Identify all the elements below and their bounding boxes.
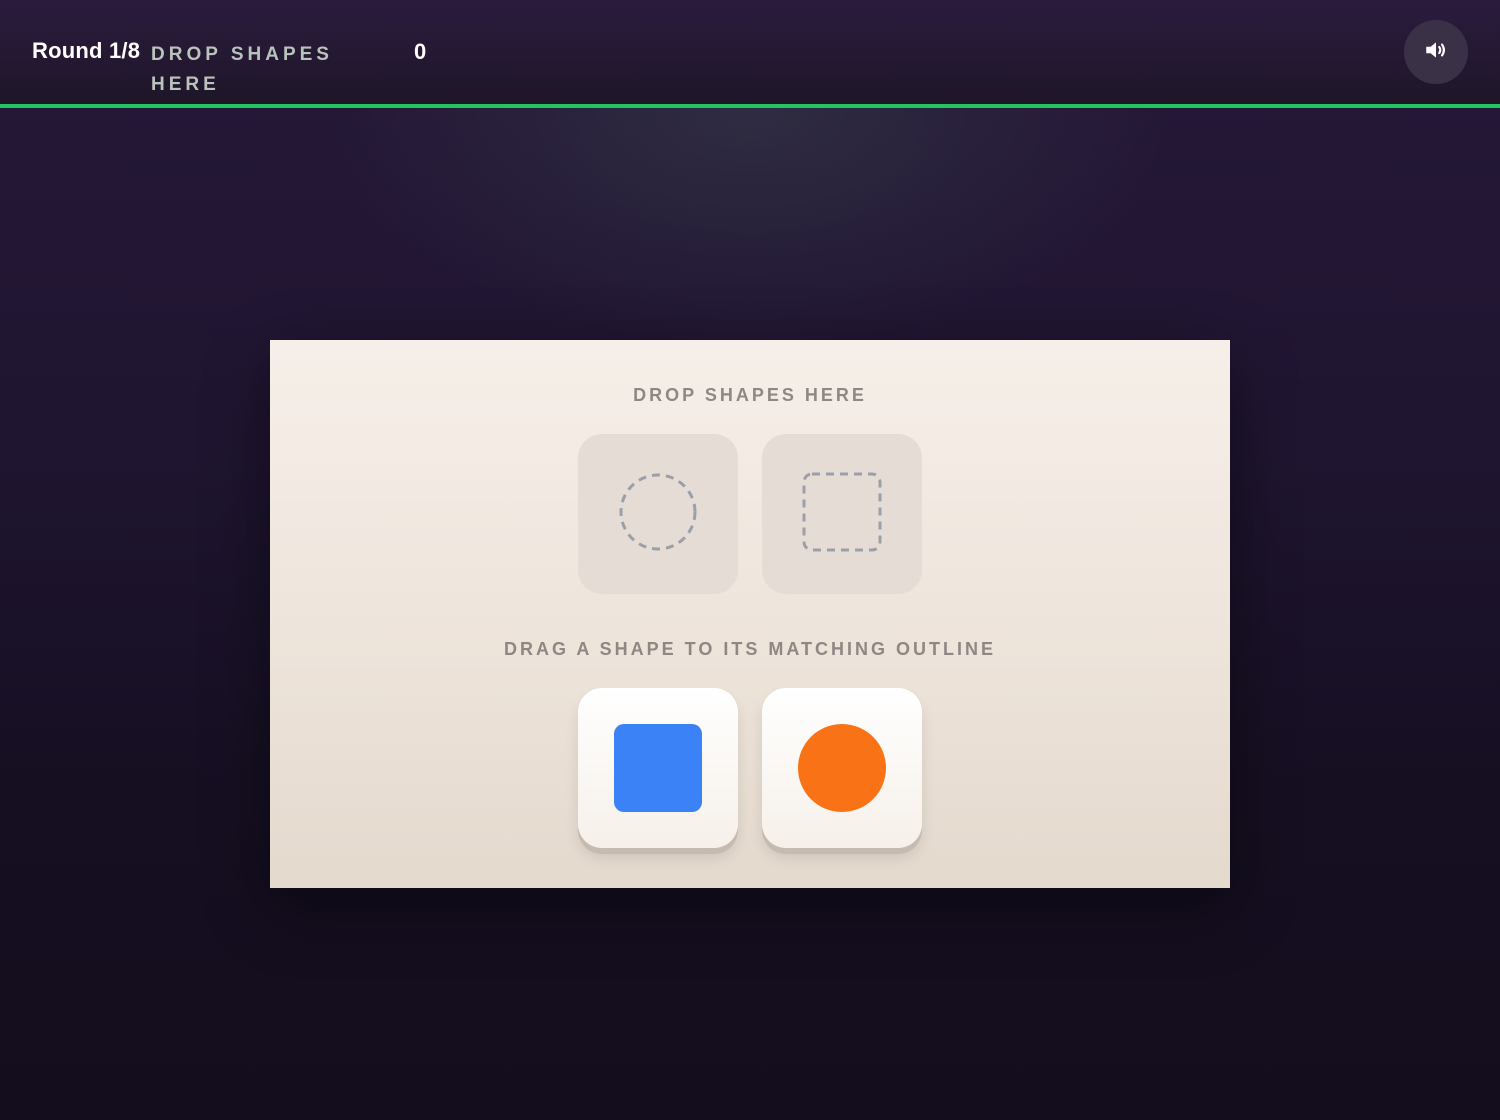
round-progress-bar bbox=[0, 104, 1500, 108]
sound-toggle-button[interactable] bbox=[1404, 20, 1468, 84]
dashed-circle-outline-icon bbox=[618, 472, 698, 557]
game-board: DROP SHAPES HERE DRAG A SHAPE TO ITS MAT… bbox=[270, 340, 1230, 888]
orange-circle-shape bbox=[798, 724, 886, 812]
top-bar: Round 1/8 DROP SHAPES HERE 0 bbox=[0, 0, 1500, 104]
dashed-square-outline-icon bbox=[802, 472, 882, 557]
instruction-text: DROP SHAPES HERE bbox=[151, 44, 333, 95]
drop-zone-title: DROP SHAPES HERE bbox=[633, 385, 867, 405]
round-counter: Round 1/8 bbox=[32, 38, 141, 63]
speaker-volume-icon bbox=[1423, 37, 1449, 68]
score-counter: 0 bbox=[414, 39, 427, 64]
draggable-blue-square[interactable] bbox=[578, 688, 738, 848]
drop-target-circle[interactable] bbox=[578, 434, 738, 594]
drop-target-square[interactable] bbox=[762, 434, 922, 594]
blue-square-shape bbox=[614, 724, 702, 812]
drag-instruction: DRAG A SHAPE TO ITS MATCHING OUTLINE bbox=[503, 639, 996, 659]
draggable-orange-circle[interactable] bbox=[762, 688, 922, 848]
